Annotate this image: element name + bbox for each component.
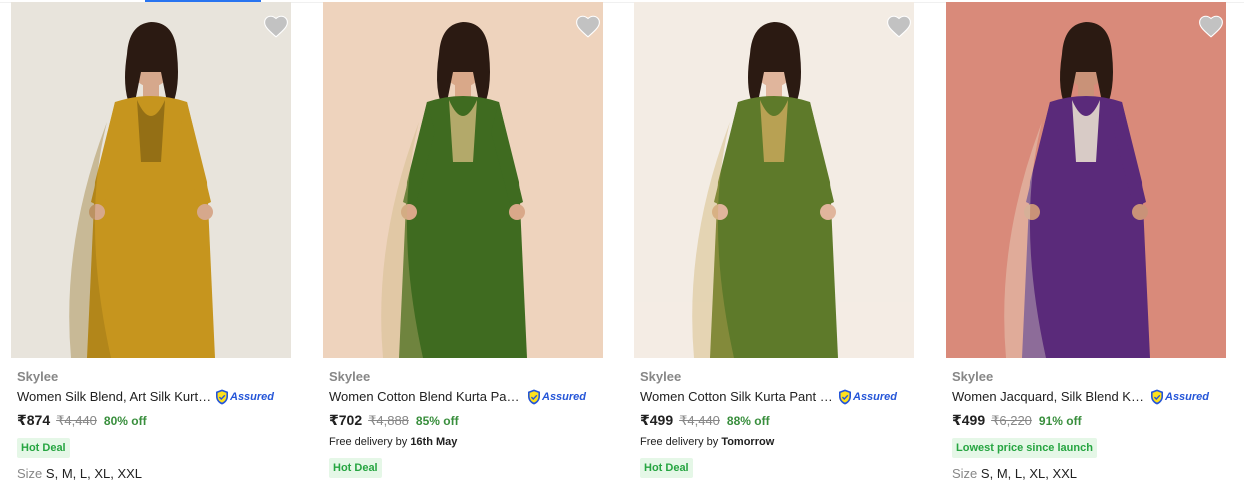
product-brand: Skylee	[952, 369, 994, 384]
heart-icon[interactable]	[263, 14, 289, 38]
title-row: Women Cotton Blend Kurta Pant ... Assured	[329, 388, 609, 406]
product-info: Skylee Women Cotton Silk Kurta Pant D... A…	[640, 368, 920, 478]
assured-shield-icon	[527, 389, 542, 405]
size-info: Size S, M, L, XL, XXL	[952, 466, 1232, 481]
product-card[interactable]: Skylee Women Silk Blend, Art Silk Kurta .…	[0, 2, 312, 482]
original-price: ₹4,440	[56, 413, 97, 428]
size-values: S, M, L, XL, XXL	[980, 466, 1078, 481]
deal-badge: Lowest price since launch	[952, 438, 1097, 458]
product-title[interactable]: Women Silk Blend, Art Silk Kurta ...	[17, 388, 213, 406]
discount-label: 91% off	[1038, 414, 1082, 428]
product-image[interactable]	[946, 2, 1226, 358]
discount-label: 85% off	[415, 414, 459, 428]
product-brand: Skylee	[17, 369, 59, 384]
product-brand: Skylee	[640, 369, 682, 384]
product-title[interactable]: Women Cotton Blend Kurta Pant ...	[329, 388, 525, 406]
delivery-info: Free delivery by 16th May	[329, 436, 609, 450]
assured-label: Assured	[542, 391, 587, 403]
size-values: S, M, L, XL, XXL	[45, 466, 143, 481]
price-row: ₹499 ₹6,220 91% off	[952, 412, 1232, 430]
discount-label: 88% off	[726, 414, 770, 428]
original-price: ₹6,220	[991, 413, 1032, 428]
heart-icon[interactable]	[575, 14, 601, 38]
product-title[interactable]: Women Cotton Silk Kurta Pant D...	[640, 388, 836, 406]
assured-label: Assured	[853, 391, 898, 403]
assured-label: Assured	[1165, 391, 1210, 403]
assured-badge: Assured	[1150, 389, 1209, 405]
heart-icon[interactable]	[886, 14, 912, 38]
heart-icon[interactable]	[1198, 14, 1224, 38]
selling-price: ₹499	[640, 412, 674, 428]
original-price: ₹4,440	[679, 413, 720, 428]
product-title[interactable]: Women Jacquard, Silk Blend Kur...	[952, 388, 1148, 406]
delivery-prefix: Free delivery by	[329, 436, 411, 448]
original-price: ₹4,888	[368, 413, 409, 428]
size-info: Size S, M, L, XL, XXL	[17, 466, 297, 481]
price-row: ₹874 ₹4,440 80% off	[17, 412, 297, 430]
size-label: Size	[952, 466, 978, 481]
discount-label: 80% off	[103, 414, 147, 428]
selling-price: ₹702	[329, 412, 363, 428]
product-card[interactable]: Skylee Women Cotton Silk Kurta Pant D... A…	[623, 2, 935, 482]
deal-badge: Hot Deal	[329, 458, 382, 478]
product-image[interactable]	[323, 2, 603, 358]
delivery-date: Tomorrow	[721, 436, 775, 448]
assured-shield-icon	[838, 389, 853, 405]
delivery-info: Free delivery by Tomorrow	[640, 436, 920, 450]
product-info: Skylee Women Silk Blend, Art Silk Kurta .…	[17, 368, 297, 481]
price-row: ₹499 ₹4,440 88% off	[640, 412, 920, 430]
selling-price: ₹499	[952, 412, 986, 428]
assured-badge: Assured	[838, 389, 897, 405]
deal-badge: Hot Deal	[640, 458, 693, 478]
assured-shield-icon	[215, 389, 230, 405]
assured-badge: Assured	[527, 389, 586, 405]
title-row: Women Cotton Silk Kurta Pant D... Assured	[640, 388, 920, 406]
product-card[interactable]: Skylee Women Jacquard, Silk Blend Kur... A…	[935, 2, 1244, 482]
product-image[interactable]	[634, 2, 914, 358]
assured-label: Assured	[230, 391, 275, 403]
size-label: Size	[17, 466, 43, 481]
price-row: ₹702 ₹4,888 85% off	[329, 412, 609, 430]
deal-badge: Hot Deal	[17, 438, 70, 458]
assured-badge: Assured	[215, 389, 274, 405]
title-row: Women Jacquard, Silk Blend Kur... Assured	[952, 388, 1232, 406]
product-info: Skylee Women Cotton Blend Kurta Pant ... A…	[329, 368, 609, 478]
title-row: Women Silk Blend, Art Silk Kurta ... Assu…	[17, 388, 297, 406]
product-info: Skylee Women Jacquard, Silk Blend Kur... A…	[952, 368, 1232, 481]
product-image[interactable]	[11, 2, 291, 358]
selling-price: ₹874	[17, 412, 51, 428]
delivery-date: 16th May	[410, 436, 458, 448]
product-card[interactable]: Skylee Women Cotton Blend Kurta Pant ... A…	[312, 2, 624, 482]
delivery-prefix: Free delivery by	[640, 436, 722, 448]
assured-shield-icon	[1150, 389, 1165, 405]
product-brand: Skylee	[329, 369, 371, 384]
